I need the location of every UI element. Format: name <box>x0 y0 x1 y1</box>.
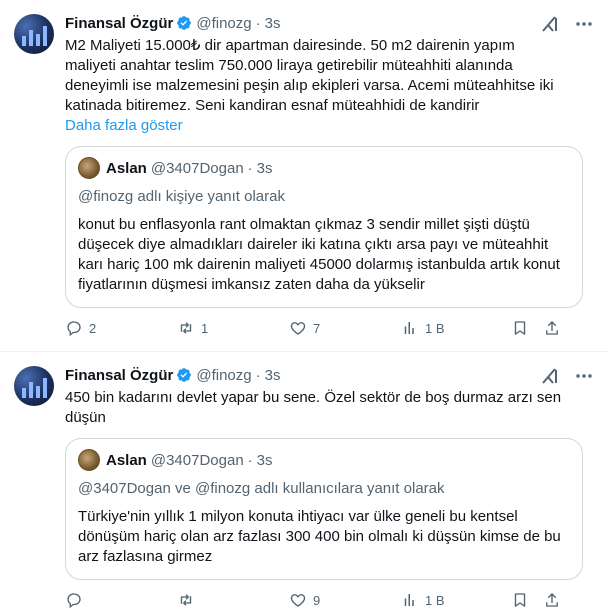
repost-icon <box>180 594 192 606</box>
reply-button[interactable]: 2 <box>65 319 177 337</box>
like-count: 9 <box>313 592 321 608</box>
quote-author-handle: @3407Dogan <box>150 451 244 469</box>
quoted-tweet[interactable]: Aslan @3407Dogan · 3s @finozg adlı kişiy… <box>65 146 583 308</box>
quote-text: konut bu enflasyonla rant olmaktan çıkma… <box>78 216 560 293</box>
quote-timestamp: 3s <box>256 159 273 177</box>
separator-dot: · <box>247 451 253 469</box>
like-button[interactable]: 7 <box>289 319 401 337</box>
grok-icon[interactable] <box>540 366 560 391</box>
reply-icon <box>67 321 81 337</box>
reply-button[interactable] <box>65 591 177 609</box>
like-icon <box>290 594 306 607</box>
show-more-link[interactable]: Daha fazla göster <box>65 116 592 136</box>
like-button[interactable]: 9 <box>289 591 401 609</box>
timestamp[interactable]: 3s <box>265 15 281 32</box>
views-icon <box>404 322 414 334</box>
timestamp[interactable]: 3s <box>265 367 281 384</box>
share-icon <box>546 593 558 607</box>
quote-author-name: Aslan <box>106 451 147 469</box>
quote-timestamp: 3s <box>256 451 273 469</box>
bookmark-button[interactable] <box>511 319 543 337</box>
tweet-text: M2 Maliyeti 15.000₺ dir apartman dairesi… <box>65 37 554 114</box>
reply-context: @finozg adlı kişiye yanıt olarak <box>78 188 285 205</box>
views-button[interactable]: 1 B <box>401 319 511 337</box>
action-bar: 9 1 B <box>65 590 585 610</box>
grok-icon[interactable] <box>540 14 560 39</box>
verified-badge-icon <box>177 368 192 382</box>
share-button[interactable] <box>543 319 561 337</box>
separator-dot: · <box>247 159 253 177</box>
verified-badge-icon <box>177 16 192 30</box>
reply-count: 2 <box>89 320 97 336</box>
separator-dot: · <box>255 14 261 32</box>
repost-icon <box>180 322 192 334</box>
author-name[interactable]: Finansal Özgür <box>65 367 173 384</box>
views-button[interactable]: 1 B <box>401 591 511 609</box>
quote-author-avatar <box>78 157 100 179</box>
repost-button[interactable] <box>177 591 289 609</box>
like-icon <box>290 322 306 335</box>
tweet[interactable]: Finansal Özgür @finozg · 3s M2 Maliyeti … <box>0 0 608 352</box>
author-avatar[interactable] <box>14 14 54 54</box>
quoted-tweet[interactable]: Aslan @3407Dogan · 3s @3407Dogan ve @fin… <box>65 438 583 580</box>
author-handle[interactable]: @finozg <box>196 15 251 32</box>
like-count: 7 <box>313 320 321 336</box>
tweet[interactable]: Finansal Özgür @finozg · 3s 450 bin kada… <box>0 352 608 616</box>
repost-count: 1 <box>201 320 209 336</box>
quote-text: Türkiye'nin yıllık 1 milyon konuta ihtiy… <box>78 508 561 565</box>
views-icon <box>404 594 414 606</box>
repost-button[interactable]: 1 <box>177 319 289 337</box>
reply-icon <box>67 593 81 609</box>
reply-context: @3407Dogan ve @finozg adlı kullanıcılara… <box>78 480 445 497</box>
tweet-text: 450 bin kadarını devlet yapar bu sene. Ö… <box>65 389 562 426</box>
action-bar: 2 1 7 1 B <box>65 318 585 338</box>
bookmark-icon <box>514 321 526 336</box>
author-name[interactable]: Finansal Özgür <box>65 15 173 32</box>
more-icon[interactable] <box>574 14 594 39</box>
views-count: 1 B <box>425 320 445 336</box>
quote-author-handle: @3407Dogan <box>150 159 244 177</box>
quote-author-name: Aslan <box>106 159 147 177</box>
share-icon <box>546 321 558 335</box>
views-count: 1 B <box>425 592 445 608</box>
author-avatar[interactable] <box>14 366 54 406</box>
share-button[interactable] <box>543 591 561 609</box>
quote-author-avatar <box>78 449 100 471</box>
author-handle[interactable]: @finozg <box>196 367 251 384</box>
bookmark-icon <box>514 593 526 608</box>
separator-dot: · <box>255 366 261 384</box>
more-icon[interactable] <box>574 366 594 391</box>
bookmark-button[interactable] <box>511 591 543 609</box>
